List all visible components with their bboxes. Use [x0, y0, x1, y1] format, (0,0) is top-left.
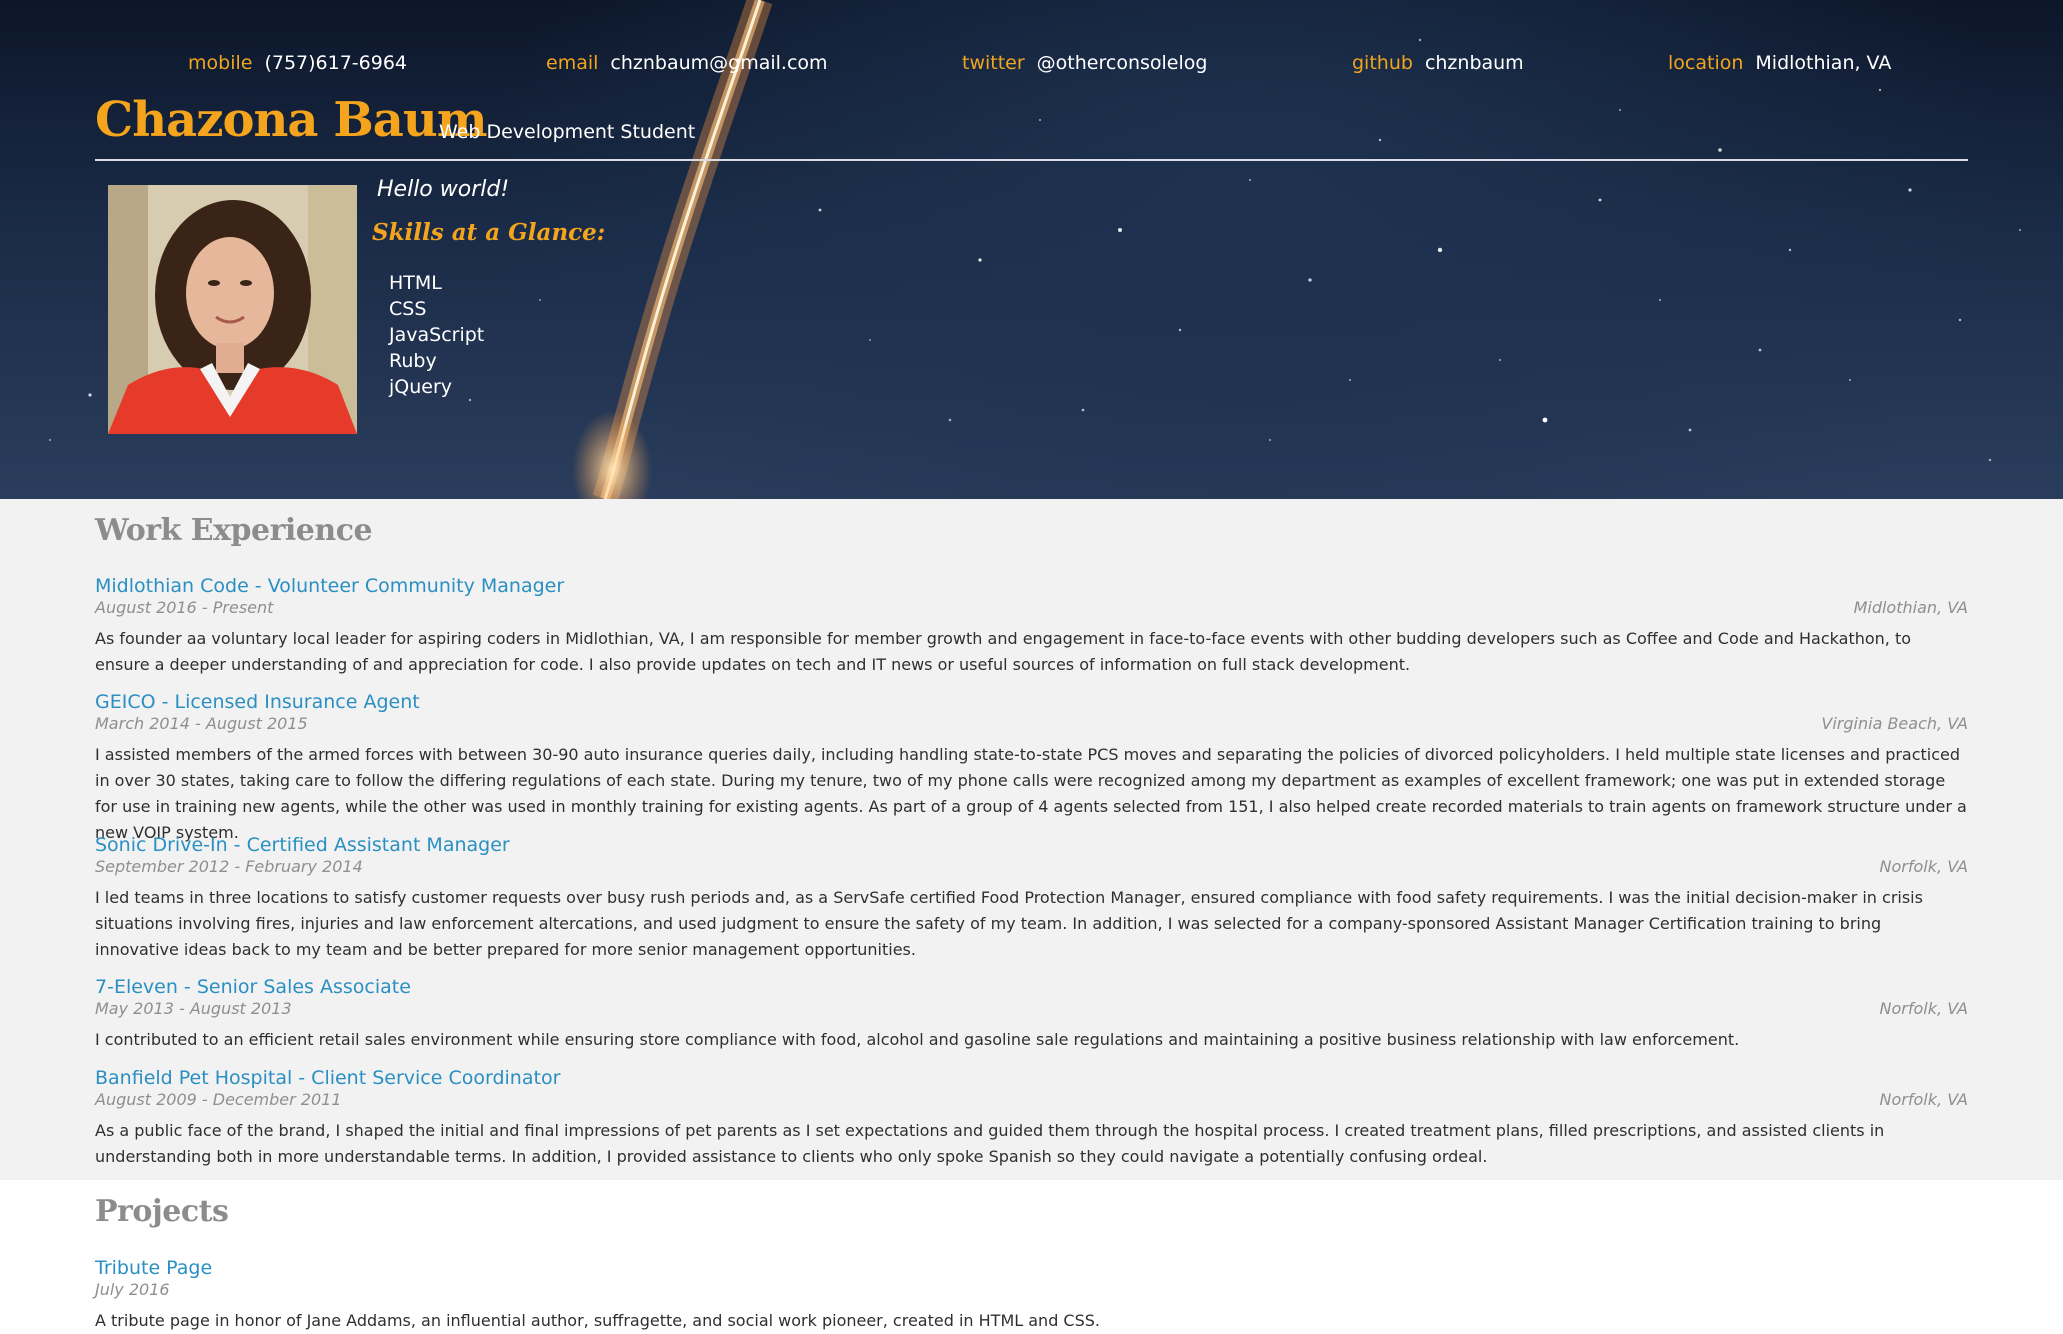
contact-mobile-label: mobile: [188, 52, 253, 74]
contact-email-value[interactable]: chznbaum@gmail.com: [610, 52, 827, 74]
work-experience-section: Work Experience Midlothian Code - Volunt…: [0, 499, 2063, 1180]
job-location: Norfolk, VA: [1879, 1090, 1968, 1109]
job-location: Norfolk, VA: [1879, 857, 1968, 876]
projects-title: Projects: [95, 1194, 229, 1229]
job-entry: Banfield Pet Hospital - Client Service C…: [95, 1066, 1968, 1170]
contact-twitter-value[interactable]: @otherconsolelog: [1037, 52, 1208, 74]
contact-twitter: twitter @otherconsolelog: [962, 52, 1207, 74]
job-entry: Sonic Drive-In - Certified Assistant Man…: [95, 833, 1968, 963]
job-location: Norfolk, VA: [1879, 999, 1968, 1018]
contact-mobile: mobile (757)617-6964: [188, 52, 407, 74]
contact-bar: mobile (757)617-6964 email chznbaum@gmail.…: [0, 52, 2063, 82]
profile-photo-image: [108, 185, 357, 434]
job-location: Midlothian, VA: [1853, 598, 1968, 617]
profile-photo: [108, 185, 357, 434]
project-dates: July 2016: [95, 1280, 170, 1299]
job-dates: September 2012 - February 2014: [95, 857, 363, 876]
job-title-link[interactable]: Midlothian Code - Volunteer Community Ma…: [95, 574, 1968, 598]
job-title-link[interactable]: Banfield Pet Hospital - Client Service C…: [95, 1066, 1968, 1090]
contact-github: github chznbaum: [1352, 52, 1524, 74]
job-location: Virginia Beach, VA: [1821, 714, 1968, 733]
skills-list: HTML CSS JavaScript Ruby jQuery: [389, 270, 484, 400]
work-experience-title: Work Experience: [95, 513, 373, 548]
contact-github-value[interactable]: chznbaum: [1425, 52, 1524, 74]
skill-item: jQuery: [389, 376, 453, 398]
project-description: A tribute page in honor of Jane Addams, …: [95, 1311, 1100, 1330]
job-title-link[interactable]: GEICO - Licensed Insurance Agent: [95, 690, 1968, 714]
skills-title: Skills at a Glance:: [372, 219, 606, 246]
job-entry: 7-Eleven - Senior Sales Associate May 20…: [95, 975, 1968, 1053]
job-dates: May 2013 - August 2013: [95, 999, 292, 1018]
page-title: Chazona Baum: [95, 92, 488, 148]
job-entry: Midlothian Code - Volunteer Community Ma…: [95, 574, 1968, 678]
job-description: I assisted members of the armed forces w…: [95, 745, 1967, 842]
job-description: As a public face of the brand, I shaped …: [95, 1121, 1885, 1166]
job-meta: September 2012 - February 2014 Norfolk, …: [95, 857, 1968, 879]
job-dates: August 2016 - Present: [95, 598, 274, 617]
hero-header: mobile (757)617-6964 email chznbaum@gmail.…: [0, 0, 2063, 499]
job-entry: GEICO - Licensed Insurance Agent March 2…: [95, 690, 1968, 846]
skill-item: JavaScript: [389, 324, 485, 346]
job-meta: May 2013 - August 2013 Norfolk, VA: [95, 999, 1968, 1021]
project-meta: July 2016: [95, 1280, 1968, 1302]
contact-email: email chznbaum@gmail.com: [546, 52, 828, 74]
header-divider: [95, 159, 1968, 161]
contact-location: location Midlothian, VA: [1668, 52, 1891, 74]
skill-item: HTML: [389, 272, 442, 294]
skill-item: Ruby: [389, 350, 437, 372]
job-dates: March 2014 - August 2015: [95, 714, 308, 733]
greeting: Hello world!: [377, 177, 510, 202]
job-description: I led teams in three locations to satisf…: [95, 888, 1923, 959]
contact-twitter-label: twitter: [962, 52, 1025, 74]
job-title-link[interactable]: Sonic Drive-In - Certified Assistant Man…: [95, 833, 1968, 857]
projects-section: Projects Tribute Page July 2016 A tribut…: [0, 1180, 2063, 1330]
job-meta: August 2009 - December 2011 Norfolk, VA: [95, 1090, 1968, 1112]
contact-location-value: Midlothian, VA: [1755, 52, 1892, 74]
job-description: I contributed to an efficient retail sal…: [95, 1030, 1740, 1049]
contact-mobile-value[interactable]: (757)617-6964: [264, 52, 407, 74]
job-meta: March 2014 - August 2015 Virginia Beach,…: [95, 714, 1968, 736]
contact-location-label: location: [1668, 52, 1744, 74]
contact-email-label: email: [546, 52, 599, 74]
skill-item: CSS: [389, 298, 427, 320]
contact-github-label: github: [1352, 52, 1413, 74]
job-dates: August 2009 - December 2011: [95, 1090, 342, 1109]
job-description: As founder aa voluntary local leader for…: [95, 629, 1912, 674]
job-meta: August 2016 - Present Midlothian, VA: [95, 598, 1968, 620]
project-entry: Tribute Page July 2016 A tribute page in…: [95, 1256, 1968, 1334]
job-title-link[interactable]: 7-Eleven - Senior Sales Associate: [95, 975, 1968, 999]
project-title-link[interactable]: Tribute Page: [95, 1256, 1968, 1280]
subtitle: Web Development Student: [439, 121, 696, 143]
